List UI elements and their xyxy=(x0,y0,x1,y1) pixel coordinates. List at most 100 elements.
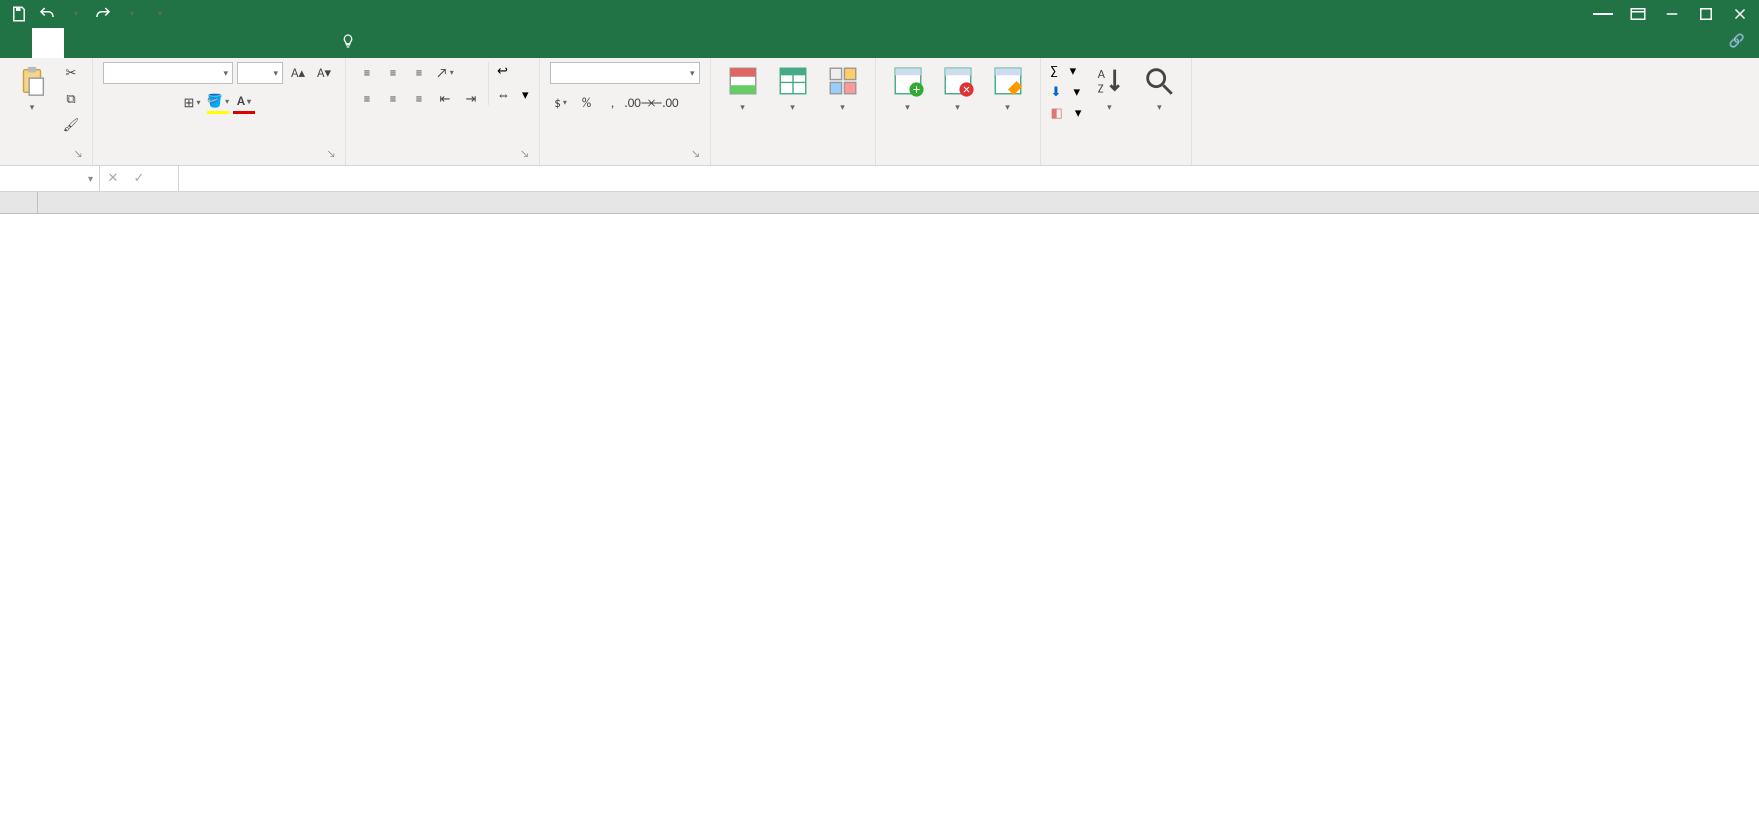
decrease-indent-icon[interactable]: ⇤ xyxy=(434,88,456,110)
decrease-decimal-icon[interactable]: ←.00 xyxy=(654,92,676,114)
autosum-button[interactable]: ∑ ▾ xyxy=(1051,62,1082,81)
clipboard-launcher-icon[interactable]: ↘ xyxy=(74,147,88,161)
tab-page-layout[interactable] xyxy=(96,28,128,58)
tab-file[interactable] xyxy=(0,28,32,58)
align-middle-icon[interactable]: ≡ xyxy=(382,62,404,84)
fill-color-icon[interactable]: 🪣 xyxy=(207,92,229,114)
enter-formula-icon[interactable]: ✓ xyxy=(126,171,152,186)
ribbon-tabs: 🔗 xyxy=(0,28,1759,58)
group-alignment: ≡ ≡ ≡ ↗ ≡ ≡ ≡ ⇤ ⇥ ↩ ⇔ ▾ ↘ xyxy=(346,58,540,165)
group-number: $ % , .00→ ←.00 ↘ xyxy=(540,58,711,165)
svg-text:×: × xyxy=(963,81,970,98)
close-icon[interactable] xyxy=(1731,5,1749,23)
undo-dropdown[interactable] xyxy=(66,5,84,23)
tab-review[interactable] xyxy=(192,28,224,58)
merge-center-button[interactable]: ⇔ ▾ xyxy=(497,85,529,105)
qat-customize[interactable] xyxy=(150,5,168,23)
paste-button[interactable] xyxy=(10,62,54,116)
format-cells-button[interactable] xyxy=(986,62,1030,116)
spreadsheet-grid xyxy=(0,192,1759,214)
undo-icon[interactable] xyxy=(38,5,56,23)
minimize-icon[interactable] xyxy=(1663,5,1681,23)
increase-decimal-icon[interactable]: .00→ xyxy=(628,92,650,114)
name-box[interactable] xyxy=(0,166,100,191)
alignment-launcher-icon[interactable]: ↘ xyxy=(521,147,535,161)
wrap-text-button[interactable]: ↩ xyxy=(497,62,529,81)
cell-styles-button[interactable] xyxy=(821,62,865,116)
group-clipboard: ✂ ⧉ 🖌 ↘ xyxy=(0,58,93,165)
select-all-corner[interactable] xyxy=(0,192,38,213)
cancel-formula-icon[interactable]: ✕ xyxy=(100,171,126,186)
format-painter-icon[interactable]: 🖌 xyxy=(60,114,82,136)
group-label-font xyxy=(103,159,335,163)
svg-text:+: + xyxy=(913,81,920,98)
tab-data[interactable] xyxy=(160,28,192,58)
format-as-table-button[interactable] xyxy=(771,62,815,116)
percent-icon[interactable]: % xyxy=(576,92,598,114)
number-launcher-icon[interactable]: ↘ xyxy=(692,147,706,161)
tab-home[interactable] xyxy=(32,28,64,58)
copy-icon[interactable]: ⧉ xyxy=(60,88,82,110)
align-right-icon[interactable]: ≡ xyxy=(408,88,430,110)
group-label-editing xyxy=(1051,159,1182,163)
wrap-text-icon: ↩ xyxy=(497,64,508,79)
delete-cells-button[interactable]: × xyxy=(936,62,980,116)
font-name-combo[interactable] xyxy=(103,62,233,84)
currency-icon[interactable]: $ xyxy=(550,92,572,114)
decrease-font-icon[interactable]: A▾ xyxy=(313,62,335,84)
fill-down-icon: ⬇ xyxy=(1051,85,1062,100)
redo-icon[interactable] xyxy=(94,5,112,23)
sort-filter-button[interactable]: AZ xyxy=(1087,62,1131,116)
underline-button[interactable] xyxy=(155,92,177,114)
increase-font-icon[interactable]: A▴ xyxy=(287,62,309,84)
share-button[interactable]: 🔗 xyxy=(1715,28,1759,58)
find-select-button[interactable] xyxy=(1137,62,1181,116)
orientation-icon[interactable]: ↗ xyxy=(434,62,456,84)
tell-me-search[interactable] xyxy=(320,28,364,58)
comma-icon[interactable]: , xyxy=(602,92,624,114)
save-icon[interactable] xyxy=(10,5,28,23)
svg-text:A: A xyxy=(1098,67,1106,82)
increase-indent-icon[interactable]: ⇥ xyxy=(460,88,482,110)
group-label-clipboard xyxy=(10,159,82,163)
clear-button[interactable]: ◧ ▾ xyxy=(1051,104,1082,123)
insert-cells-button[interactable]: + xyxy=(886,62,930,116)
redo-dropdown[interactable] xyxy=(122,5,140,23)
sigma-icon: ∑ xyxy=(1051,64,1058,79)
ribbon-display-options-icon[interactable] xyxy=(1629,5,1647,23)
group-cells: + × xyxy=(876,58,1041,165)
quick-access-toolbar xyxy=(4,5,168,23)
tab-foxit-pdf[interactable] xyxy=(288,28,320,58)
align-top-icon[interactable]: ≡ xyxy=(356,62,378,84)
tab-help[interactable] xyxy=(256,28,288,58)
maximize-icon[interactable] xyxy=(1697,5,1715,23)
number-format-combo[interactable] xyxy=(550,62,700,84)
tab-view[interactable] xyxy=(224,28,256,58)
font-launcher-icon[interactable]: ↘ xyxy=(327,147,341,161)
font-size-combo[interactable] xyxy=(237,62,283,84)
align-bottom-icon[interactable]: ≡ xyxy=(408,62,430,84)
formula-bar: ✕ ✓ xyxy=(0,166,1759,192)
conditional-formatting-button[interactable] xyxy=(721,62,765,116)
svg-text:Z: Z xyxy=(1098,81,1104,96)
tab-formulas[interactable] xyxy=(128,28,160,58)
tab-insert[interactable] xyxy=(64,28,96,58)
group-styles xyxy=(711,58,876,165)
group-label-cells xyxy=(886,159,1030,163)
ribbon: ✂ ⧉ 🖌 ↘ A▴ A▾ ⊞ 🪣 A xyxy=(0,58,1759,166)
cut-icon[interactable]: ✂ xyxy=(60,62,82,84)
group-editing: ∑ ▾ ⬇ ▾ ◧ ▾ AZ xyxy=(1041,58,1193,165)
group-label-number xyxy=(550,159,700,163)
titlebar xyxy=(0,0,1759,28)
lightbulb-icon xyxy=(340,33,356,53)
font-color-icon[interactable]: A xyxy=(233,92,255,114)
fill-button[interactable]: ⬇ ▾ xyxy=(1051,83,1082,102)
align-center-icon[interactable]: ≡ xyxy=(382,88,404,110)
group-font: A▴ A▾ ⊞ 🪣 A ↘ xyxy=(93,58,346,165)
align-left-icon[interactable]: ≡ xyxy=(356,88,378,110)
italic-button[interactable] xyxy=(129,92,151,114)
signin-button[interactable] xyxy=(1593,13,1613,15)
group-label-alignment xyxy=(356,159,529,163)
borders-icon[interactable]: ⊞ xyxy=(181,92,203,114)
bold-button[interactable] xyxy=(103,92,125,114)
